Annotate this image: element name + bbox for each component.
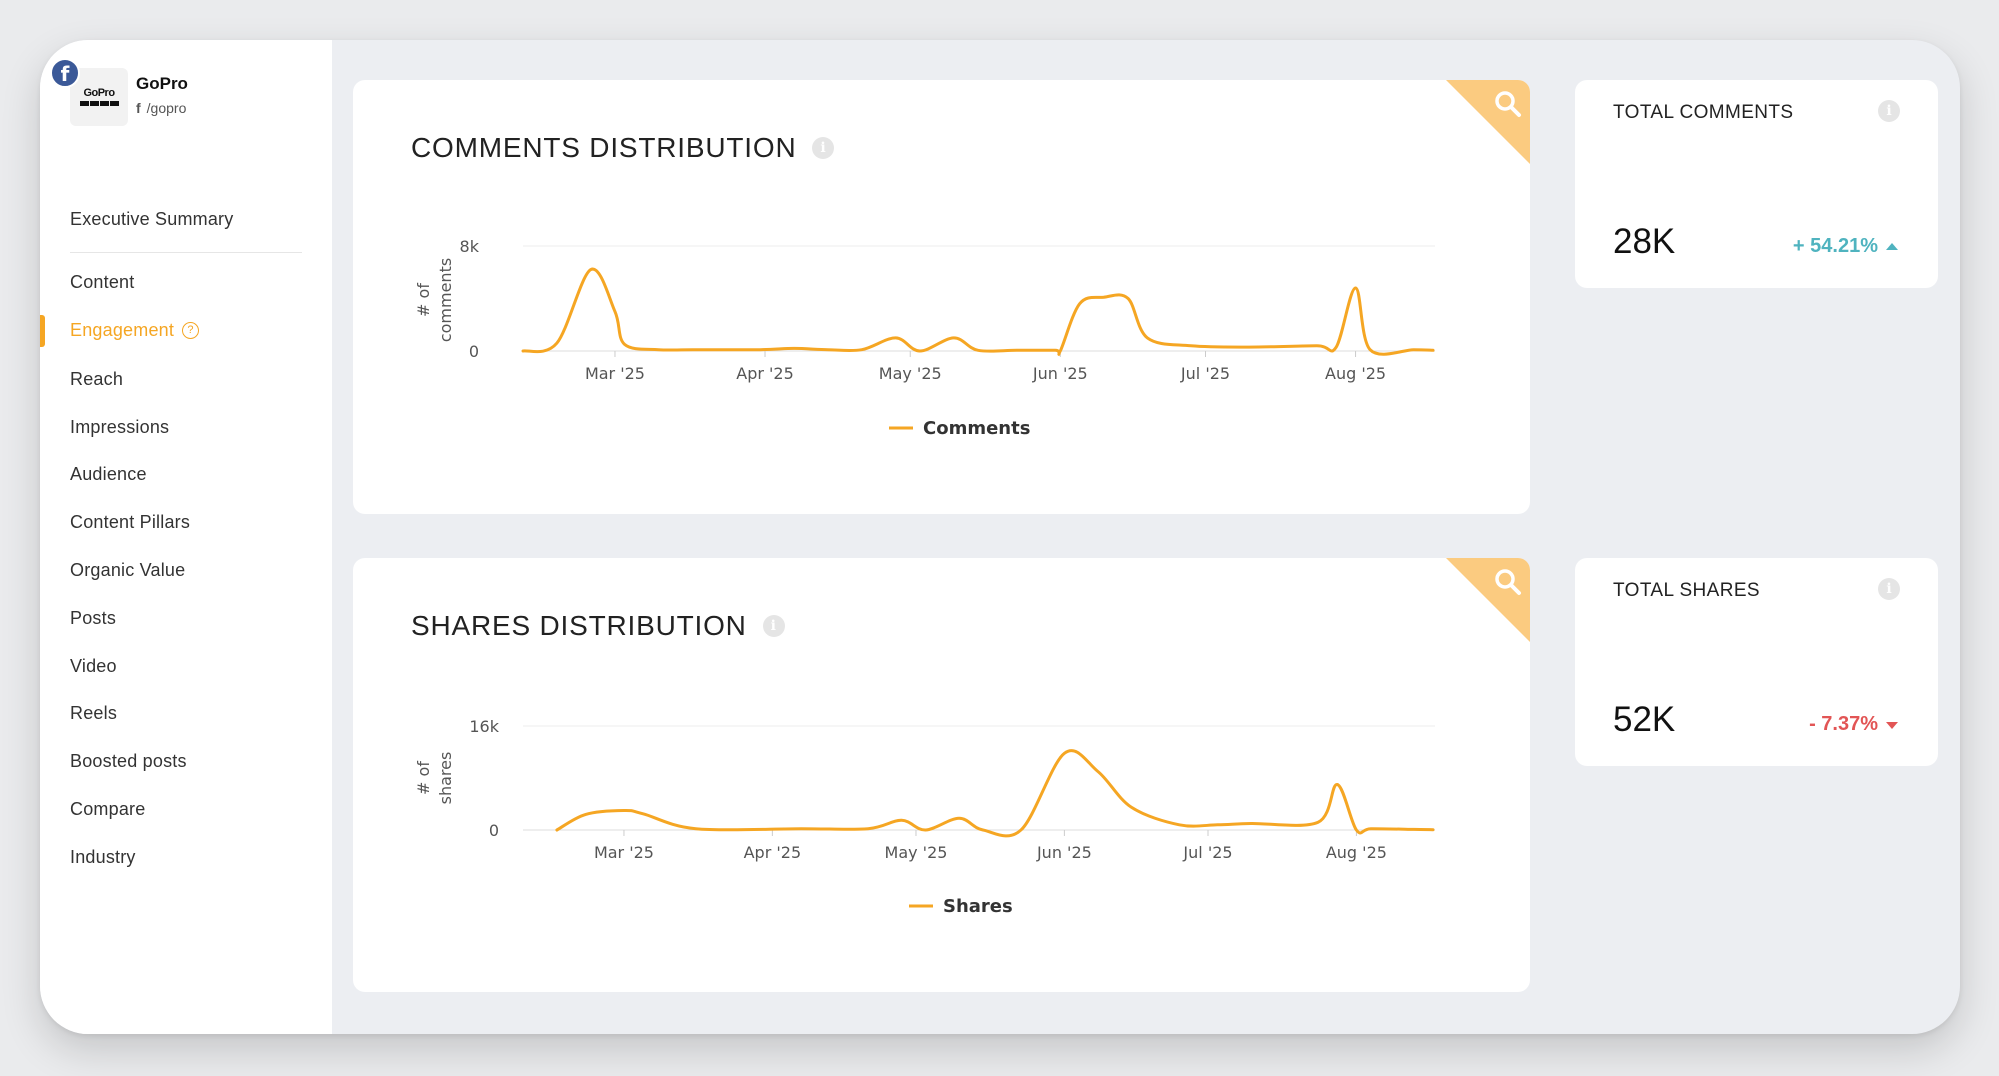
nav-divider xyxy=(70,252,302,253)
y-tick-label: 0 xyxy=(469,342,479,361)
shares-chart: 16k 0 # of shares Mar '25 Apr '25 May '25 J… xyxy=(414,717,1435,917)
total-shares-card: TOTAL SHARES i 52K - 7.37% xyxy=(1575,558,1938,766)
y-tick-label: 0 xyxy=(489,821,499,840)
sidebar-item-industry[interactable]: Industry xyxy=(70,847,136,868)
stat-change: - 7.37% xyxy=(1809,713,1898,736)
sidebar: GoPro f GoPro f /gopro Executive Summary… xyxy=(40,40,332,1034)
stat-change: + 54.21% xyxy=(1793,235,1898,258)
x-tick-label: Mar '25 xyxy=(594,843,654,862)
x-tick-label: Apr '25 xyxy=(736,364,794,383)
sidebar-item-label: Reach xyxy=(70,369,124,389)
legend-label[interactable]: Shares xyxy=(943,896,1013,917)
stat-value: 52K xyxy=(1613,700,1676,739)
y-axis-label: # of xyxy=(414,283,433,317)
x-tick-label: Apr '25 xyxy=(744,843,802,862)
comments-distribution-card: COMMENTS DISTRIBUTION i 8k 0 # of commen… xyxy=(353,80,1530,514)
facebook-mini-icon: f xyxy=(136,100,141,116)
stat-label: TOTAL SHARES xyxy=(1613,580,1760,601)
x-tick-label: May '25 xyxy=(885,843,948,862)
sidebar-item-label: Engagement xyxy=(70,320,175,340)
arrow-down-icon xyxy=(1886,722,1898,729)
brand-logo-text: GoPro xyxy=(83,87,115,99)
x-tick-label: Aug '25 xyxy=(1325,364,1386,383)
sidebar-item-label: Video xyxy=(70,656,117,676)
shares-series-line[interactable] xyxy=(555,749,1435,838)
sidebar-item-label: Compare xyxy=(70,799,146,819)
sidebar-item-engagement[interactable]: Engagement? xyxy=(70,320,200,341)
stat-label: TOTAL COMMENTS xyxy=(1613,102,1794,123)
x-tick-label: Aug '25 xyxy=(1326,843,1387,862)
active-indicator xyxy=(40,315,45,347)
sidebar-item-reels[interactable]: Reels xyxy=(70,703,117,724)
comments-chart: 8k 0 # of comments Mar '25 Apr '25 May '25… xyxy=(414,237,1435,439)
sidebar-item-label: Content xyxy=(70,272,135,292)
brand-logo-bars xyxy=(79,101,119,106)
sidebar-item-impressions[interactable]: Impressions xyxy=(70,417,169,438)
sidebar-item-content[interactable]: Content xyxy=(70,272,134,293)
x-tick-label: Jun '25 xyxy=(1036,843,1092,862)
sidebar-item-boosted-posts[interactable]: Boosted posts xyxy=(70,751,187,772)
stat-change-text: + 54.21% xyxy=(1792,235,1878,257)
sidebar-item-label: Boosted posts xyxy=(70,751,187,771)
profile-name: GoPro xyxy=(136,74,188,93)
sidebar-item-executive-summary[interactable]: Executive Summary xyxy=(70,209,233,230)
y-axis-label: comments xyxy=(436,258,455,342)
info-icon[interactable]: i xyxy=(1878,578,1900,600)
question-icon[interactable]: ? xyxy=(182,321,200,339)
x-tick-label: May '25 xyxy=(879,364,942,383)
profile-header[interactable]: GoPro f GoPro f /gopro xyxy=(50,58,310,132)
x-tick-label: Jul '25 xyxy=(1182,843,1232,862)
x-tick-label: Jun '25 xyxy=(1032,364,1088,383)
y-axis-label: shares xyxy=(436,752,455,805)
sidebar-item-reach[interactable]: Reach xyxy=(70,369,123,390)
x-tick-label: Mar '25 xyxy=(585,364,645,383)
sidebar-item-label: Content Pillars xyxy=(70,512,191,532)
arrow-up-icon xyxy=(1886,243,1898,250)
profile-handle-text: /gopro xyxy=(146,100,187,116)
sidebar-item-label: Posts xyxy=(70,608,117,628)
sidebar-item-video[interactable]: Video xyxy=(70,656,117,677)
sidebar-item-label: Audience xyxy=(70,464,147,484)
shares-distribution-card: SHARES DISTRIBUTION i 16k 0 # of shares … xyxy=(353,558,1530,992)
x-tick-label: Jul '25 xyxy=(1180,364,1230,383)
sidebar-item-label: Industry xyxy=(70,847,136,867)
info-icon[interactable]: i xyxy=(1878,100,1900,122)
sidebar-item-audience[interactable]: Audience xyxy=(70,464,147,485)
sidebar-item-label: Impressions xyxy=(70,417,170,437)
legend-label[interactable]: Comments xyxy=(923,418,1030,439)
y-tick-label: 8k xyxy=(460,237,480,256)
stat-value: 28K xyxy=(1613,222,1676,261)
sidebar-item-content-pillars[interactable]: Content Pillars xyxy=(70,512,190,533)
comments-series-line[interactable] xyxy=(521,267,1435,356)
app-window: GoPro f GoPro f /gopro Executive Summary… xyxy=(40,40,1960,1034)
sidebar-item-label: Reels xyxy=(70,703,118,723)
y-axis-label: # of xyxy=(414,761,433,795)
sidebar-item-label: Executive Summary xyxy=(70,209,234,229)
facebook-icon: f xyxy=(50,58,80,88)
sidebar-item-organic-value[interactable]: Organic Value xyxy=(70,560,185,581)
sidebar-item-compare[interactable]: Compare xyxy=(70,799,145,820)
sidebar-item-posts[interactable]: Posts xyxy=(70,608,116,629)
sidebar-item-label: Organic Value xyxy=(70,560,186,580)
stat-change-text: - 7.37% xyxy=(1809,713,1878,735)
total-comments-card: TOTAL COMMENTS i 28K + 54.21% xyxy=(1575,80,1938,288)
profile-handle: f /gopro xyxy=(136,100,186,116)
y-tick-label: 16k xyxy=(469,717,499,736)
